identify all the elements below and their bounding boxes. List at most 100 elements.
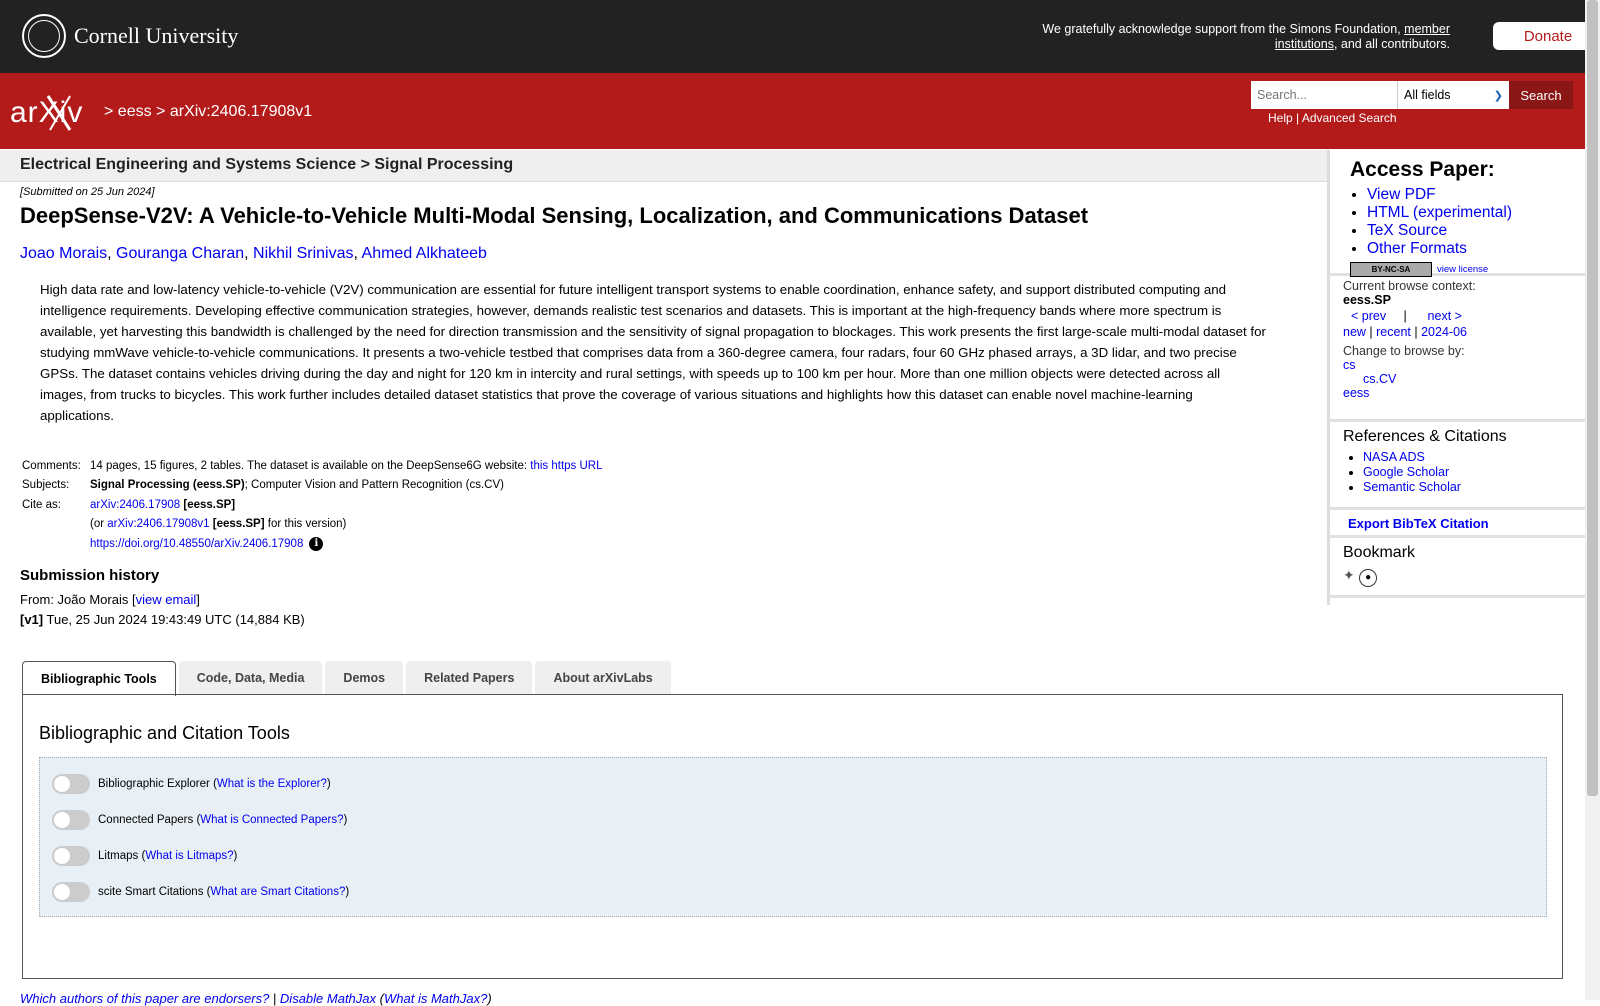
new-link[interactable]: new <box>1343 325 1366 339</box>
html-link[interactable]: HTML (experimental) <box>1367 204 1512 221</box>
support-text: We gratefully acknowledge support from t… <box>1042 22 1450 51</box>
help-link[interactable]: What is Litmaps? <box>145 850 233 862</box>
cite-link[interactable]: arXiv:2406.17908 <box>90 499 180 511</box>
cite-row: Cite as: arXiv:2406.17908 [eess.SP] <box>22 498 236 511</box>
search-input[interactable]: Search... <box>1251 81 1397 109</box>
history-title: Submission history <box>20 567 160 584</box>
arxiv-header: arXiv > eess > arXiv:2406.17908v1 Search… <box>0 73 1585 149</box>
tool-row: Connected Papers (What is Connected Pape… <box>52 810 347 830</box>
comments-row: Comments: 14 pages, 15 figures, 2 tables… <box>22 459 603 472</box>
paper-main: [Submitted on 25 Jun 2024] DeepSense-V2V… <box>20 186 1310 426</box>
donate-button[interactable]: Donate <box>1493 22 1600 50</box>
search-links: Help | Advanced Search <box>1268 111 1397 125</box>
tool-row: scite Smart Citations (What are Smart Ci… <box>52 882 349 902</box>
help-link[interactable]: What is Connected Papers? <box>200 814 343 826</box>
scrollbar-thumb[interactable] <box>1587 0 1598 796</box>
scrollbar[interactable] <box>1585 0 1600 1000</box>
export-bibtex-link[interactable]: Export BibTeX Citation <box>1348 516 1489 531</box>
month-link[interactable]: 2024-06 <box>1421 325 1467 339</box>
cc-license-icon[interactable]: BY-NC-SA <box>1350 262 1432 277</box>
submitted-date: [Submitted on 25 Jun 2024] <box>20 186 155 198</box>
dataset-url-link[interactable]: this https URL <box>530 460 602 472</box>
next-link[interactable]: next > <box>1428 309 1462 323</box>
abstract: High data rate and low-latency vehicle-t… <box>40 282 1266 423</box>
browse-eess-link[interactable]: eess <box>1343 386 1369 400</box>
help-link[interactable]: Help <box>1268 111 1293 125</box>
toggle-bibliographic-explorer[interactable] <box>52 774 90 794</box>
info-icon[interactable]: i <box>309 536 324 551</box>
tools-box: Bibliographic Explorer (What is the Expl… <box>39 757 1547 917</box>
subject-header: Electrical Engineering and Systems Scien… <box>0 150 1328 182</box>
version-row: (or arXiv:2406.17908v1 [eess.SP] for thi… <box>90 518 347 531</box>
tab-demos[interactable]: Demos <box>325 661 404 694</box>
svg-text:arXiv: arXiv <box>10 96 83 129</box>
disable-mathjax-link[interactable]: Disable MathJax <box>280 991 376 1006</box>
tab-related-papers[interactable]: Related Papers <box>406 661 533 694</box>
toggle-scite[interactable] <box>52 882 90 902</box>
tab-bibliographic-tools[interactable]: Bibliographic Tools <box>22 661 176 696</box>
search-button[interactable]: Search <box>1509 81 1573 109</box>
prev-link[interactable]: < prev <box>1351 309 1386 323</box>
author-link[interactable]: Nikhil Srinivas <box>253 245 353 262</box>
history-v1: [v1] Tue, 25 Jun 2024 19:43:49 UTC (14,8… <box>20 612 305 627</box>
recent-link[interactable]: recent <box>1376 325 1411 339</box>
tab-panel: Bibliographic and Citation Tools Bibliog… <box>22 694 1563 979</box>
references-citations: References & Citations NASA ADS Google S… <box>1330 422 1590 510</box>
browse-context: Current browse context: eess.SP < prev |… <box>1330 279 1590 422</box>
tab-about-arxivlabs[interactable]: About arXivLabs <box>535 661 671 694</box>
tool-row: Bibliographic Explorer (What is the Expl… <box>52 774 331 794</box>
browse-cscv-link[interactable]: cs.CV <box>1363 372 1396 386</box>
view-pdf-link[interactable]: View PDF <box>1367 186 1436 203</box>
access-title: Access Paper: <box>1350 158 1495 181</box>
help-link[interactable]: What is the Explorer? <box>217 778 327 790</box>
authors: Joao Morais, Gouranga Charan, Nikhil Sri… <box>20 245 487 262</box>
breadcrumb: > eess > arXiv:2406.17908v1 <box>104 103 313 120</box>
reddit-icon[interactable]: ● <box>1359 569 1378 587</box>
doi-link[interactable]: https://doi.org/10.48550/arXiv.2406.1790… <box>90 538 303 550</box>
submission-history: Submission history From: João Morais [vi… <box>20 567 305 630</box>
history-from: From: João Morais [view email] <box>20 592 200 607</box>
nasa-ads-link[interactable]: NASA ADS <box>1363 450 1425 464</box>
view-email-link[interactable]: view email <box>136 592 197 607</box>
doi-row: https://doi.org/10.48550/arXiv.2406.1790… <box>22 534 603 554</box>
author-link[interactable]: Ahmed Alkhateeb <box>362 245 487 262</box>
chevron-down-icon: ❯ <box>1493 89 1503 102</box>
cornell-header: Cornell University We gratefully acknowl… <box>0 0 1600 73</box>
breadcrumb-eess[interactable]: eess <box>118 103 152 120</box>
tools-title: Bibliographic and Citation Tools <box>39 723 290 743</box>
cornell-name: Cornell University <box>74 23 239 48</box>
cornell-logo[interactable]: Cornell University <box>22 14 238 58</box>
advanced-search-link[interactable]: Advanced Search <box>1302 111 1397 125</box>
paper-title: DeepSense-V2V: A Vehicle-to-Vehicle Mult… <box>20 203 1089 228</box>
other-formats-link[interactable]: Other Formats <box>1367 240 1467 257</box>
toggle-litmaps[interactable] <box>52 846 90 866</box>
help-link[interactable]: What are Smart Citations? <box>210 886 345 898</box>
semantic-scholar-link[interactable]: Semantic Scholar <box>1363 480 1461 494</box>
view-license-link[interactable]: view license <box>1437 264 1488 275</box>
bibsonomy-icon[interactable]: ✦ <box>1343 567 1355 583</box>
footer-links: Which authors of this paper are endorser… <box>20 991 492 1006</box>
subject-path: Electrical Engineering and Systems Scien… <box>20 156 514 173</box>
cornell-seal-icon <box>22 14 66 58</box>
metadata-table: Comments: 14 pages, 15 figures, 2 tables… <box>22 456 603 554</box>
google-scholar-link[interactable]: Google Scholar <box>1363 465 1449 479</box>
browse-context-value: eess.SP <box>1343 293 1391 307</box>
tex-source-link[interactable]: TeX Source <box>1367 222 1447 239</box>
subjects-row: Subjects: Signal Processing (eess.SP); C… <box>22 479 504 492</box>
arxiv-logo[interactable]: arXiv <box>10 90 102 132</box>
sidebar: Access Paper: View PDF HTML (experimenta… <box>1327 150 1590 605</box>
search-field-select[interactable]: All fields ❯ <box>1397 81 1509 109</box>
browse-cs-link[interactable]: cs <box>1343 358 1356 372</box>
labs-tabs: Bibliographic Tools Code, Data, Media De… <box>22 661 674 696</box>
version-link[interactable]: arXiv:2406.17908v1 <box>107 518 209 530</box>
bookmark-block: Bookmark ✦ ● <box>1330 538 1590 598</box>
what-mathjax-link[interactable]: What is MathJax? <box>384 991 487 1006</box>
author-link[interactable]: Gouranga Charan <box>116 245 244 262</box>
tab-code-data-media[interactable]: Code, Data, Media <box>178 661 323 694</box>
endorsers-link[interactable]: Which authors of this paper are endorser… <box>20 991 269 1006</box>
access-paper: Access Paper: View PDF HTML (experimenta… <box>1330 150 1590 277</box>
breadcrumb-paper-id[interactable]: arXiv:2406.17908v1 <box>170 103 312 120</box>
toggle-connected-papers[interactable] <box>52 810 90 830</box>
author-link[interactable]: Joao Morais <box>20 245 107 262</box>
bibtex-block: Export BibTeX Citation <box>1330 510 1590 538</box>
